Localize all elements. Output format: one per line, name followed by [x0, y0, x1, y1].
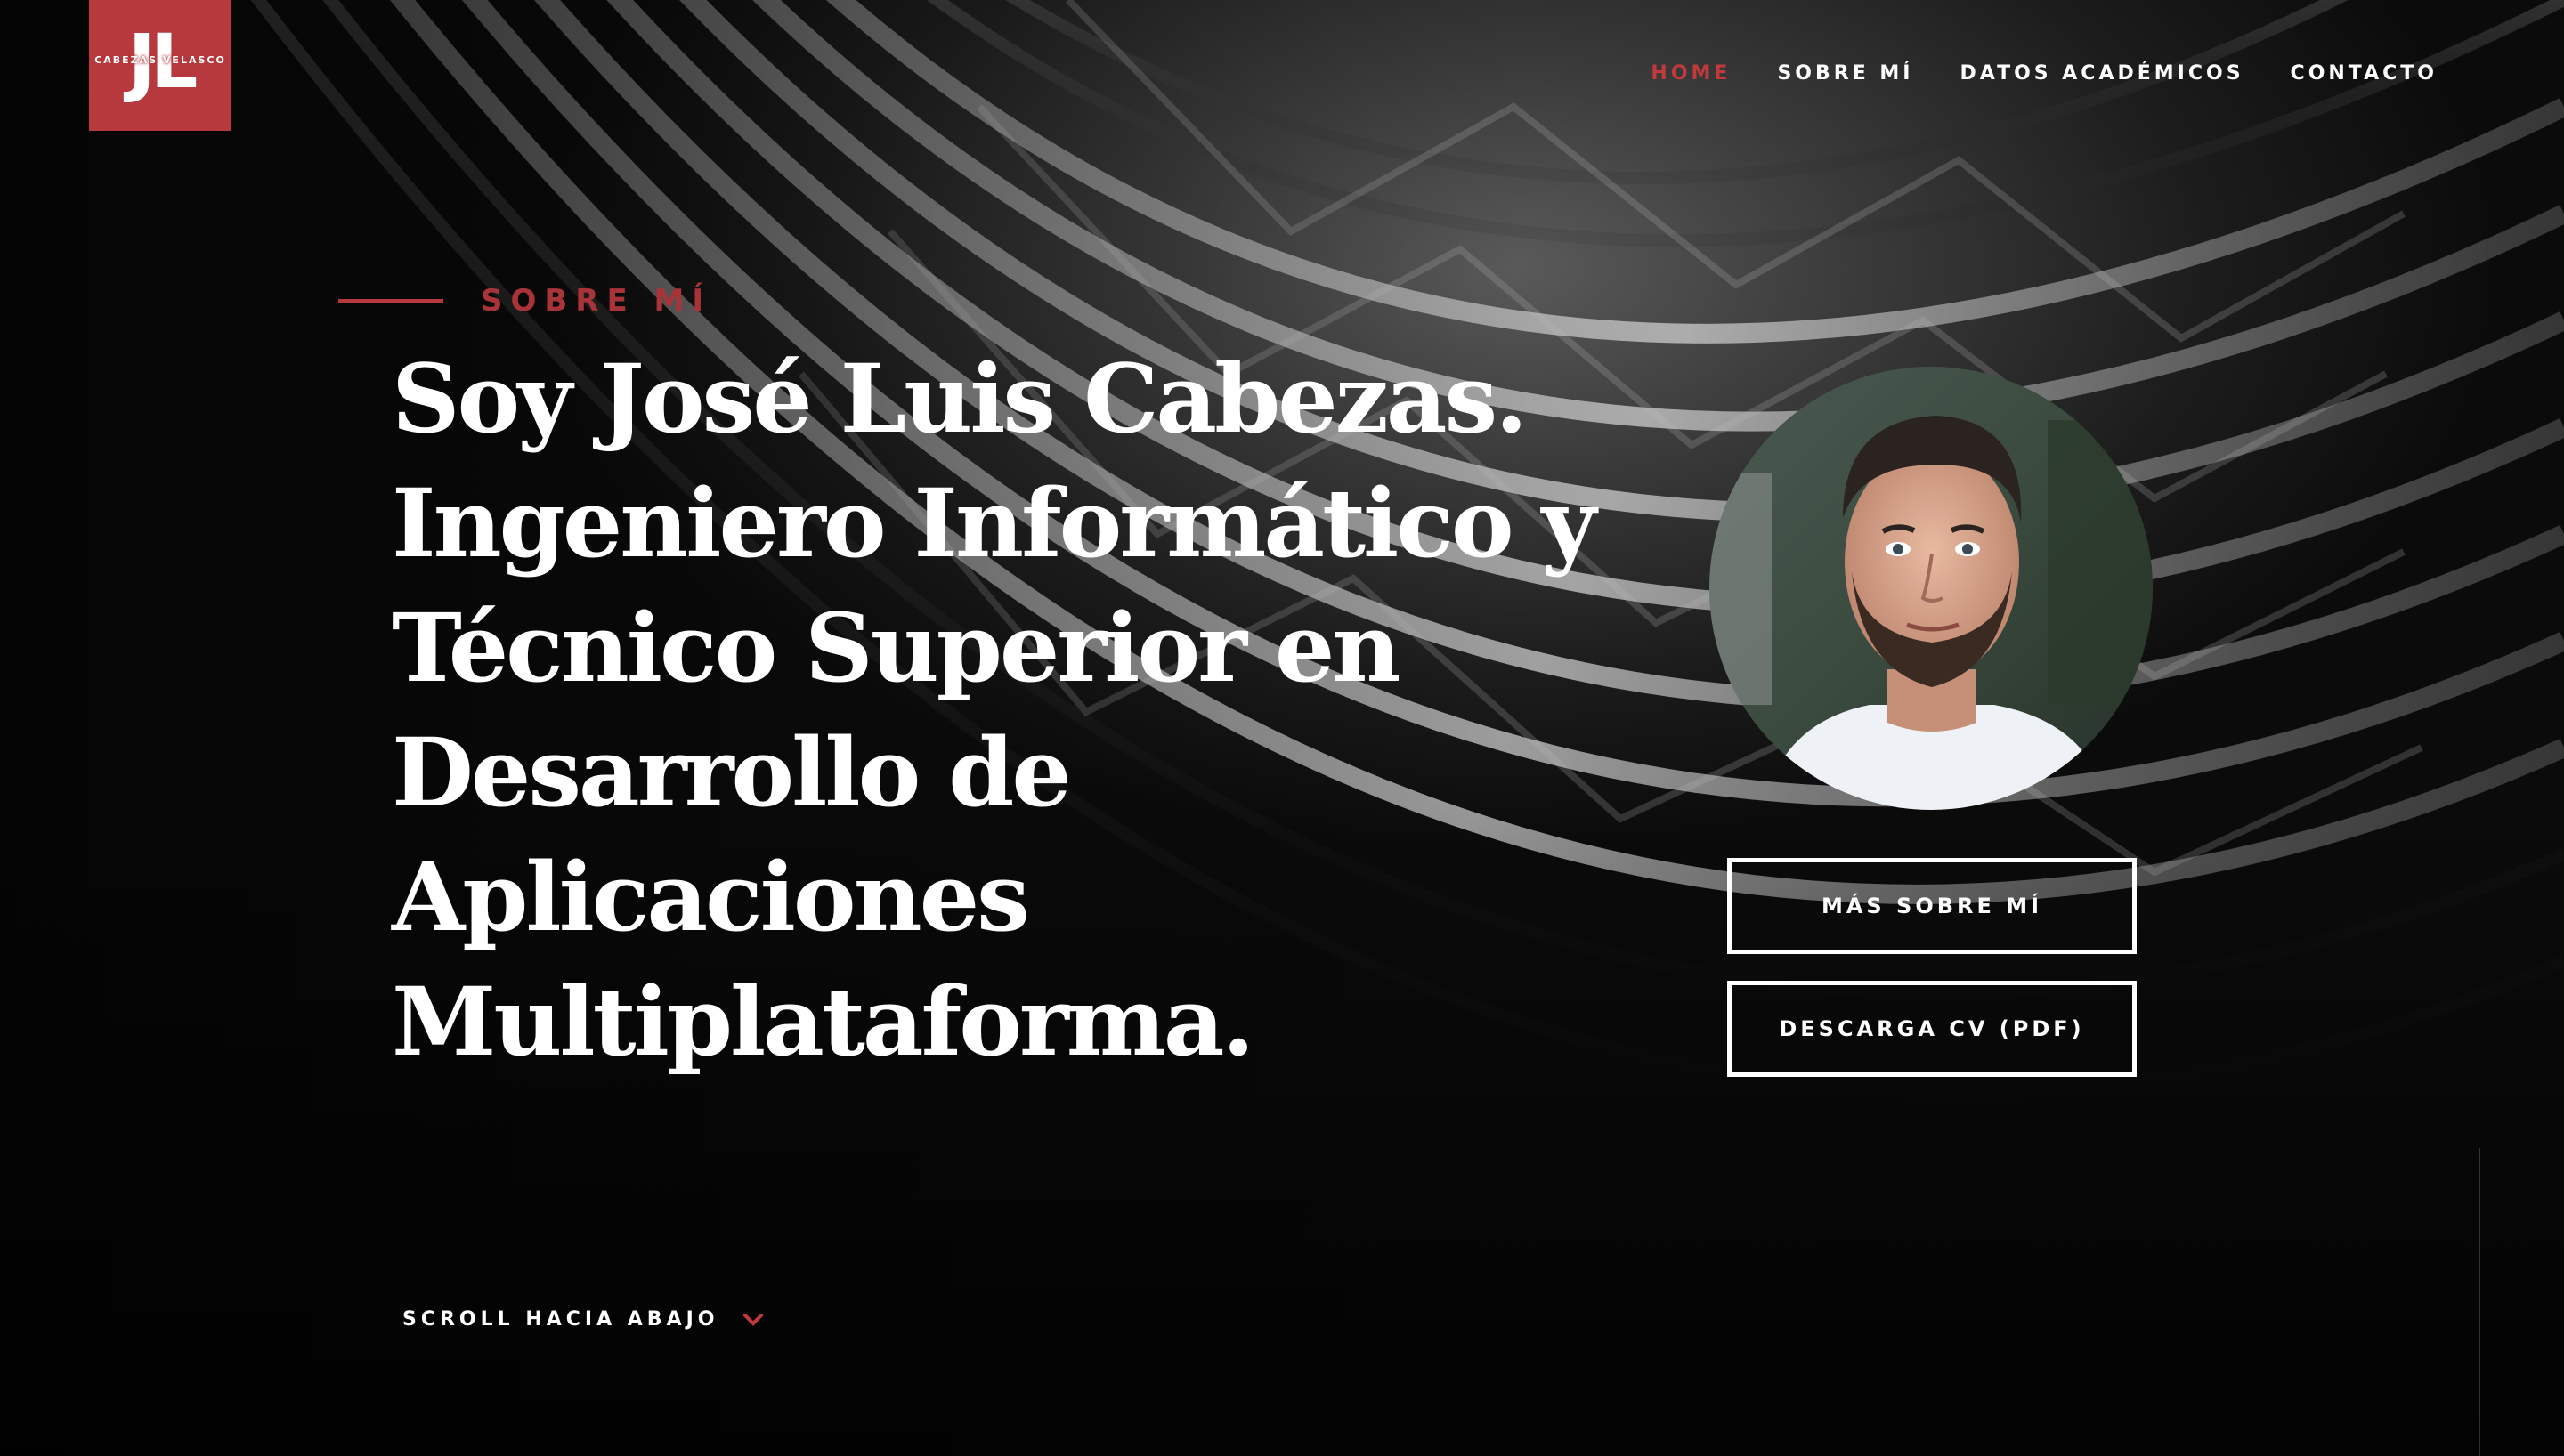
side-divider: [2479, 1148, 2480, 1456]
nav-item-sobre-mi[interactable]: SOBRE MÍ: [1777, 62, 1913, 85]
site-logo[interactable]: JL CABEZAS VELASCO: [89, 0, 231, 131]
headline-line: Desarrollo de: [392, 716, 1072, 828]
headline-line: Ingeniero Informático y: [392, 467, 1596, 578]
headline-line: Aplicaciones: [392, 841, 1030, 952]
eyebrow-label: SOBRE MÍ: [481, 283, 712, 319]
headline-line: Multiplataforma.: [392, 966, 1255, 1077]
page: JL CABEZAS VELASCO HOME SOBRE MÍ DATOS A…: [0, 0, 2564, 1456]
headline-line: Soy José Luis Cabezas.: [392, 343, 1528, 454]
nav-item-datos-academicos[interactable]: DATOS ACADÉMICOS: [1960, 62, 2244, 85]
main-nav: HOME SOBRE MÍ DATOS ACADÉMICOS CONTACTO: [1651, 62, 2438, 85]
scroll-down-link[interactable]: SCROLL HACIA ABAJO: [402, 1308, 764, 1331]
download-cv-button[interactable]: DESCARGA CV (PDF): [1727, 981, 2137, 1077]
headline-line: Técnico Superior en: [392, 592, 1400, 703]
section-eyebrow: SOBRE MÍ: [338, 283, 711, 319]
logo-subtitle: CABEZAS VELASCO: [94, 54, 226, 66]
eyebrow-divider: [338, 299, 443, 303]
nav-item-home[interactable]: HOME: [1651, 62, 1731, 85]
hero-headline: Soy José Luis Cabezas. Ingeniero Informá…: [392, 336, 1602, 1084]
chevron-down-icon: [742, 1313, 764, 1327]
more-about-me-button[interactable]: MÁS SOBRE MÍ: [1727, 858, 2137, 954]
profile-photo: [1709, 367, 2153, 810]
scroll-down-label: SCROLL HACIA ABAJO: [402, 1308, 719, 1331]
nav-item-contacto[interactable]: CONTACTO: [2291, 62, 2438, 85]
